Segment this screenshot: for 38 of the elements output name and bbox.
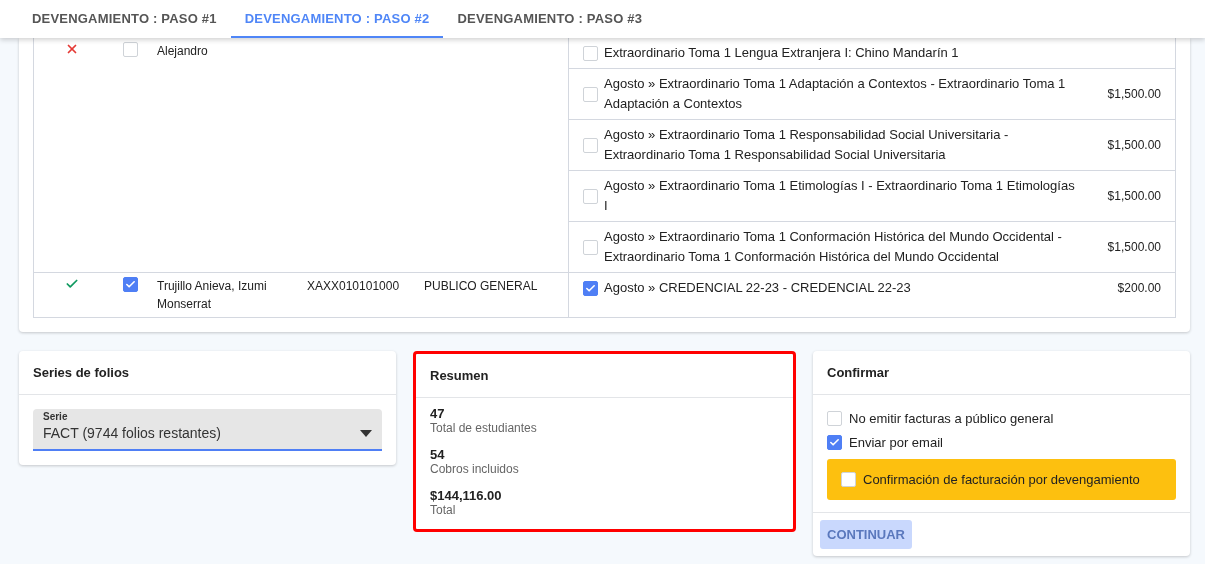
option-label: No emitir facturas a público general xyxy=(849,411,1054,426)
summary-value: 54 xyxy=(430,447,446,462)
charge-description: Extraordinario Toma 1 Lengua Extranjera I: Chino Mandarín 1 xyxy=(604,44,960,62)
charge-description: Agosto » Extraordinario Toma 1 Etimologías I - Extraordinario Toma 1 Etimologías I xyxy=(604,177,1076,215)
dropdown-caret-icon xyxy=(360,429,372,437)
student-checkbox[interactable] xyxy=(122,277,138,292)
checkmark-icon xyxy=(585,282,596,294)
student-name: Trujillo Anieva, Izumi Monserrat xyxy=(157,278,268,313)
charge-amount: $1,500.00 xyxy=(1106,240,1161,254)
step-tab[interactable]: DEVENGAMIENTO : PASO #3 xyxy=(443,0,657,38)
card-title: Resumen xyxy=(416,354,793,398)
summary-label: Total xyxy=(430,503,457,517)
summary-label: Total de estudiantes xyxy=(430,421,538,435)
confirmation-label: Confirmación de facturación por devengamiento xyxy=(863,472,1140,487)
checkmark-icon xyxy=(124,279,136,290)
student-name: Alejandro xyxy=(157,43,208,60)
charge-description: Agosto » Extraordinario Toma 1 Conformación Histórica del Mundo Occidental - Extraordinario Toma 1 Conformación Histórica del Mundo Occidental xyxy=(604,228,1063,266)
card-title: Series de folios xyxy=(19,351,396,395)
rfc-text: XAXX010101000 xyxy=(307,278,400,295)
charge-checkbox[interactable] xyxy=(583,280,598,296)
charge-description: Agosto » CREDENCIAL 22-23 - CREDENCIAL 22-23 xyxy=(604,279,912,297)
series-select[interactable]: Serie FACT (9744 folios restantes) xyxy=(33,409,382,451)
summary-value: 47 xyxy=(430,406,446,421)
option-checkbox[interactable] xyxy=(827,435,842,450)
card-title: Confirmar xyxy=(813,351,1190,395)
charge-description: Agosto » Extraordinario Toma 1 Adaptación a Contextos - Extraordinario Toma 1 Adaptación a Contextos xyxy=(604,75,1067,113)
summary-value: $144,116.00 xyxy=(430,488,503,503)
checkmark-icon xyxy=(829,437,840,448)
summary-label: Cobros incluidos xyxy=(430,462,520,476)
charge-description: Agosto » Extraordinario Toma 1 Responsabilidad Social Universitaria - Extraordinario Toma 1 Responsabilidad Social Universitaria xyxy=(604,126,1010,164)
confirmation-checkbox[interactable] xyxy=(841,472,856,487)
charge-amount: $1,500.00 xyxy=(1106,138,1161,152)
step-tab[interactable]: DEVENGAMIENTO : PASO #1 xyxy=(18,0,231,38)
charge-amount: $1,500.00 xyxy=(1106,87,1161,101)
option-label: Enviar por email xyxy=(849,435,943,450)
client-type-text: PUBLICO GENERAL xyxy=(424,278,538,295)
charge-amount: $1,500.00 xyxy=(1106,189,1161,203)
charge-amount: $200.00 xyxy=(1116,281,1161,295)
